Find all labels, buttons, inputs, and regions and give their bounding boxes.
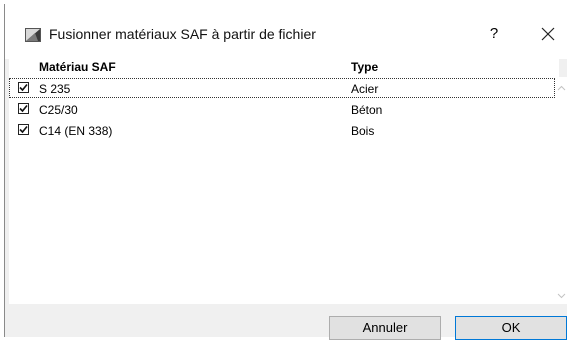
close-button[interactable]: [535, 21, 561, 47]
material-type: Béton: [351, 103, 383, 117]
vertical-scrollbar[interactable]: [555, 77, 567, 304]
close-icon: [541, 27, 555, 41]
cancel-button[interactable]: Annuler: [329, 316, 441, 340]
help-button[interactable]: ?: [485, 24, 503, 44]
scroll-up-icon[interactable]: [557, 82, 566, 91]
ok-button[interactable]: OK: [455, 316, 567, 340]
material-name: S 235: [39, 82, 71, 96]
materials-list: Matériau SAF Type S 235 Acier C25/30 Bét…: [9, 57, 559, 304]
checkmark-icon: [19, 83, 28, 92]
table-row[interactable]: S 235 Acier: [9, 78, 555, 98]
row-checkbox[interactable]: [18, 124, 29, 135]
column-header-type[interactable]: Type: [351, 60, 378, 74]
list-header: Matériau SAF Type: [9, 57, 559, 77]
material-type: Bois: [351, 124, 375, 138]
row-checkbox[interactable]: [18, 103, 29, 114]
checkmark-icon: [19, 104, 28, 113]
column-header-material[interactable]: Matériau SAF: [39, 60, 116, 74]
window-title: Fusionner matériaux SAF à partir de fich…: [49, 26, 316, 42]
table-row[interactable]: C25/30 Béton: [9, 99, 555, 119]
material-name: C25/30: [39, 103, 78, 117]
row-checkbox[interactable]: [18, 82, 29, 93]
title-bar: Fusionner matériaux SAF à partir de fich…: [5, 4, 567, 59]
material-type: Acier: [351, 82, 379, 96]
app-material-icon: [25, 28, 41, 42]
table-row[interactable]: C14 (EN 338) Bois: [9, 120, 555, 140]
checkmark-icon: [19, 125, 28, 134]
material-name: C14 (EN 338): [39, 124, 113, 138]
scroll-down-icon[interactable]: [557, 289, 566, 299]
merge-materials-dialog: Fusionner matériaux SAF à partir de fich…: [4, 4, 567, 340]
